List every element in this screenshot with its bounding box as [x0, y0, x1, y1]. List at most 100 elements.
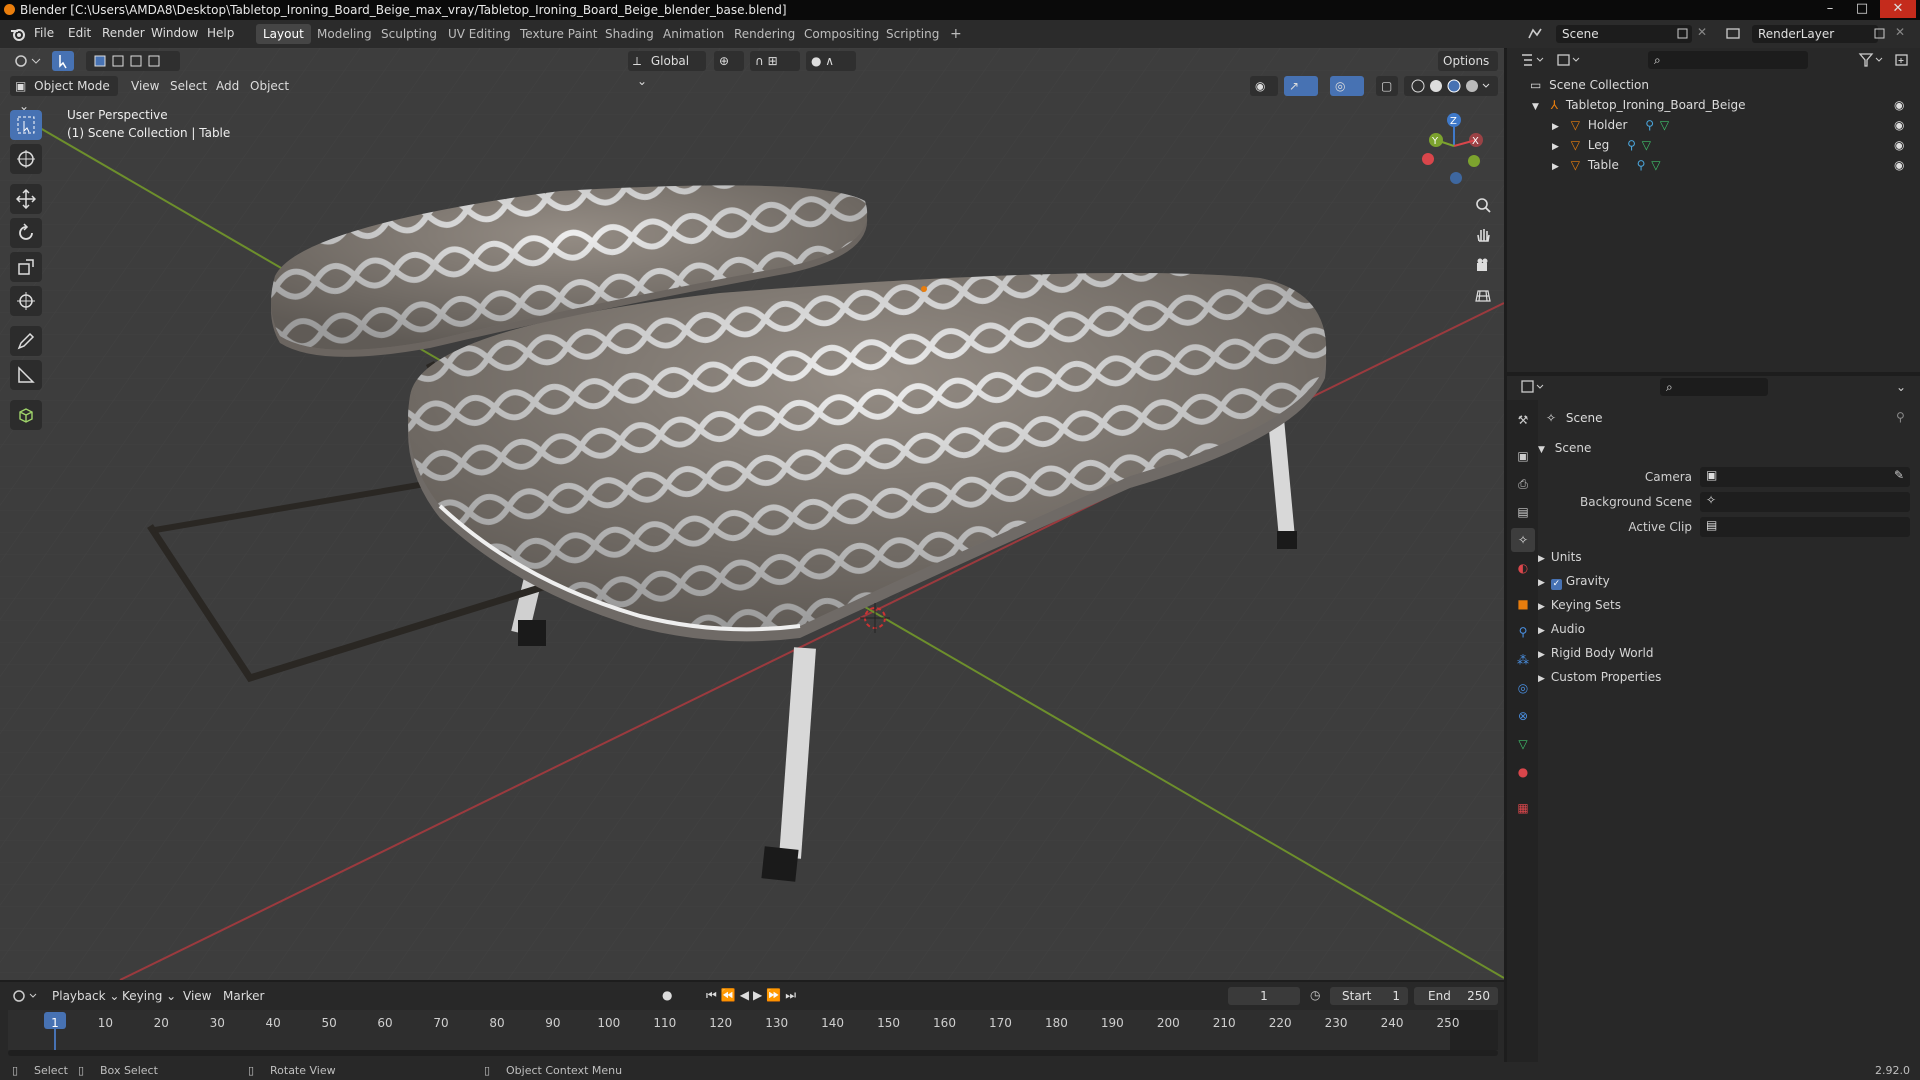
tab-scripting[interactable]: Scripting: [879, 24, 946, 44]
select-box-tool[interactable]: [10, 110, 42, 140]
play-icon[interactable]: ▶: [753, 988, 766, 1002]
measure-tool[interactable]: [10, 360, 42, 390]
marker-menu[interactable]: Marker: [223, 989, 264, 1003]
options-dropdown[interactable]: Options ⌄: [1438, 51, 1498, 88]
shading-mode-buttons[interactable]: [1404, 76, 1498, 96]
outliner-scene-collection[interactable]: ▭ Scene Collection: [1530, 75, 1649, 95]
visibility-dropdown[interactable]: ◉: [1250, 76, 1278, 96]
new-collection-icon[interactable]: [1894, 52, 1910, 68]
stopwatch-icon[interactable]: ◷: [1310, 988, 1320, 1002]
gravity-panel-header[interactable]: ▶ ✓ Gravity: [1538, 570, 1916, 592]
cursor-tool[interactable]: [10, 144, 42, 174]
minimize-button[interactable]: –: [1815, 0, 1845, 18]
tab-uv-editing[interactable]: UV Editing: [441, 24, 518, 44]
audio-panel-header[interactable]: ▶ Audio: [1538, 618, 1916, 640]
active-clip-field[interactable]: ▤: [1700, 517, 1910, 537]
chevron-down-icon[interactable]: ⌄: [1896, 380, 1906, 394]
tab-animation[interactable]: Animation: [656, 24, 731, 44]
properties-search-input[interactable]: ⌕: [1660, 378, 1768, 396]
gravity-checkbox[interactable]: ✓: [1550, 579, 1562, 590]
selection-mode-buttons[interactable]: [86, 51, 180, 71]
playback-controls[interactable]: ⏮⏪◀▶⏩⏭: [706, 988, 826, 1006]
visibility-eye-icon[interactable]: ◉: [1894, 98, 1904, 112]
menu-view[interactable]: View: [131, 79, 159, 93]
custom-properties-panel-header[interactable]: ▶ Custom Properties: [1538, 666, 1916, 688]
outliner-collection-row[interactable]: ▼ ⅄ Tabletop_Ironing_Board_Beige: [1532, 95, 1902, 115]
jump-start-icon[interactable]: ⏮: [706, 988, 721, 1002]
tab-object-data[interactable]: ▽: [1511, 732, 1535, 756]
menu-object[interactable]: Object: [250, 79, 289, 93]
visibility-eye-icon[interactable]: ◉: [1894, 118, 1904, 132]
new-scene-icon[interactable]: [1677, 28, 1689, 40]
eyedropper-icon[interactable]: ✎: [1894, 468, 1904, 482]
camera-view-button[interactable]: [1470, 252, 1496, 278]
select-tweak-button[interactable]: [52, 51, 74, 71]
tab-material[interactable]: ●: [1511, 760, 1535, 784]
tab-rendering[interactable]: Rendering: [727, 24, 802, 44]
background-scene-field[interactable]: ✧: [1700, 492, 1910, 512]
rigid-body-world-panel-header[interactable]: ▶ Rigid Body World: [1538, 642, 1916, 664]
outliner-item-table[interactable]: ▶ ▽ Table ⚲ ▽: [1552, 155, 1892, 175]
tab-particles[interactable]: ⁂: [1511, 648, 1535, 672]
menu-render[interactable]: Render: [102, 26, 145, 40]
scene-icon[interactable]: [1527, 26, 1543, 42]
tab-texture-paint[interactable]: Texture Paint: [513, 24, 604, 44]
delete-scene-icon[interactable]: ✕: [1697, 25, 1707, 39]
keying-sets-panel-header[interactable]: ▶ Keying Sets: [1538, 594, 1916, 616]
jump-end-icon[interactable]: ⏭: [785, 988, 800, 1002]
pivot-point-dropdown[interactable]: ⊕: [714, 51, 744, 71]
new-view-layer-icon[interactable]: [1874, 28, 1886, 40]
play-reverse-icon[interactable]: ◀: [740, 988, 753, 1002]
pin-icon[interactable]: ⚲: [1896, 410, 1905, 424]
view-layer-icon[interactable]: [1725, 26, 1741, 42]
move-tool[interactable]: [10, 184, 42, 214]
editor-type-icon[interactable]: [14, 53, 42, 69]
tab-texture[interactable]: ▦: [1511, 796, 1535, 820]
current-frame-field[interactable]: 1: [1228, 987, 1300, 1005]
view-layer-selector[interactable]: RenderLayer: [1752, 25, 1878, 43]
visibility-eye-icon[interactable]: ◉: [1894, 138, 1904, 152]
next-keyframe-icon[interactable]: ⏩: [766, 988, 785, 1002]
tab-compositing[interactable]: Compositing: [797, 24, 886, 44]
tab-layout[interactable]: Layout: [256, 24, 311, 44]
units-panel-header[interactable]: ▶ Units: [1538, 546, 1916, 568]
filter-icon[interactable]: [1858, 52, 1886, 68]
keying-menu[interactable]: Keying ⌄: [122, 989, 176, 1003]
outliner-item-holder[interactable]: ▶ ▽ Holder ⚲ ▽: [1552, 115, 1892, 135]
navigation-gizmo[interactable]: Z X Y: [1414, 108, 1490, 188]
snap-toggle[interactable]: ∩ ⊞: [750, 51, 800, 71]
tab-render[interactable]: ▣: [1511, 444, 1535, 468]
tab-tool[interactable]: ⚒: [1511, 408, 1535, 432]
menu-window[interactable]: Window: [151, 26, 198, 40]
tab-constraints[interactable]: ⊗: [1511, 704, 1535, 728]
transform-orientation-dropdown[interactable]: ⟂ Global ⌄: [628, 51, 706, 88]
scene-panel-header[interactable]: ▼ Scene: [1538, 437, 1916, 459]
visibility-eye-icon[interactable]: ◉: [1894, 158, 1904, 172]
outliner-item-leg[interactable]: ▶ ▽ Leg ⚲ ▽: [1552, 135, 1892, 155]
add-workspace-button[interactable]: +: [943, 24, 969, 44]
transform-tool[interactable]: [10, 286, 42, 316]
menu-file[interactable]: File: [34, 26, 54, 40]
auto-keying-record-icon[interactable]: ●: [662, 988, 672, 1002]
tab-world[interactable]: ◐: [1511, 556, 1535, 580]
maximize-button[interactable]: □: [1847, 0, 1877, 18]
end-frame-field[interactable]: End 250: [1414, 987, 1498, 1005]
rotate-tool[interactable]: [10, 218, 42, 248]
overlays-toggle[interactable]: ◎: [1330, 76, 1364, 96]
close-button[interactable]: ✕: [1880, 0, 1916, 18]
annotate-tool[interactable]: [10, 326, 42, 356]
outliner-search-input[interactable]: ⌕: [1648, 51, 1808, 69]
display-mode-icon[interactable]: [1556, 52, 1584, 68]
menu-edit[interactable]: Edit: [68, 26, 91, 40]
camera-field[interactable]: ▣ ✎: [1700, 467, 1910, 487]
scale-tool[interactable]: [10, 252, 42, 282]
zoom-button[interactable]: [1470, 192, 1496, 218]
proportional-editing-toggle[interactable]: ● ∧: [806, 51, 856, 71]
start-frame-field[interactable]: Start 1: [1330, 987, 1408, 1005]
add-cube-tool[interactable]: [10, 400, 42, 430]
gizmo-toggle[interactable]: ↗: [1284, 76, 1318, 96]
scene-selector[interactable]: Scene: [1556, 25, 1692, 43]
tab-modifiers[interactable]: ⚲: [1511, 620, 1535, 644]
menu-select[interactable]: Select: [170, 79, 207, 93]
timeline-editor-type-icon[interactable]: [12, 988, 40, 1004]
